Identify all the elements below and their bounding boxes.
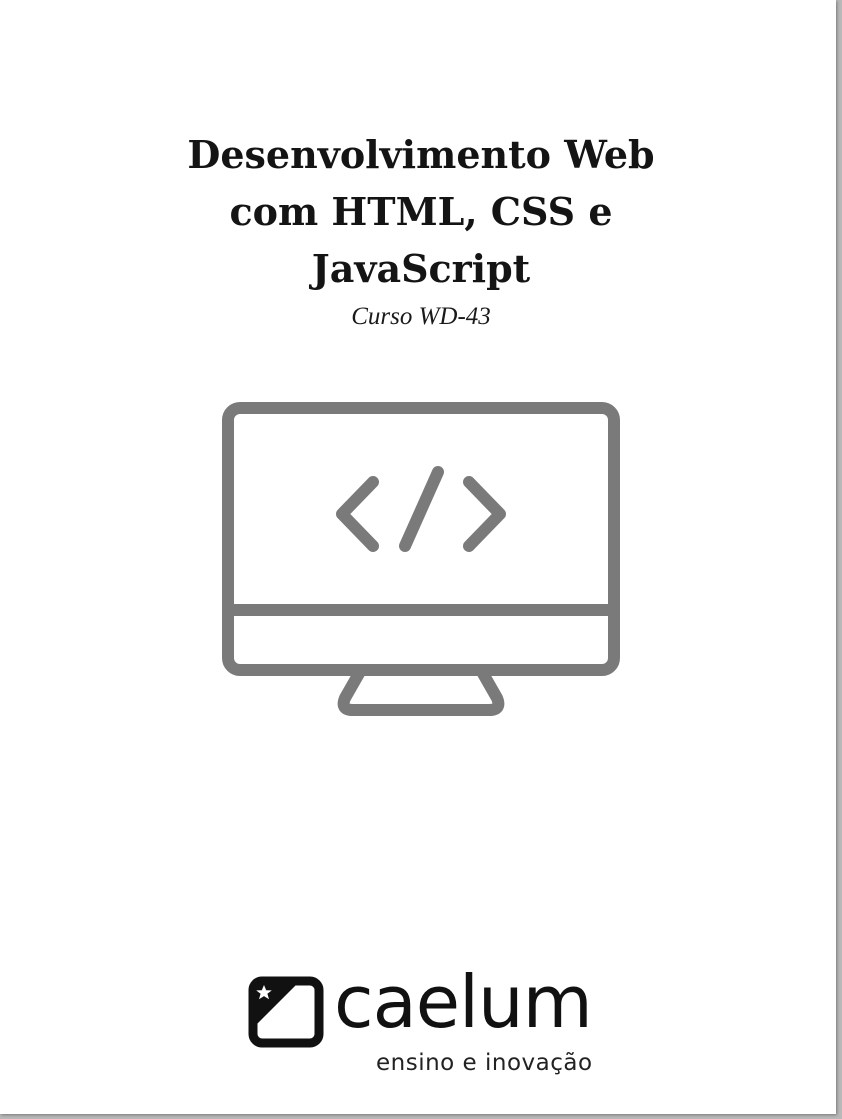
title-line-1: Desenvolvimento Web — [187, 132, 655, 177]
slash-icon — [399, 466, 444, 552]
caelum-logo: caelum ensino e inovação — [248, 962, 598, 1086]
title-line-3: JavaScript — [311, 246, 531, 291]
title-line-2: com HTML, CSS e — [229, 189, 613, 234]
course-subtitle: Curso WD-43 — [351, 303, 491, 330]
chevron-left-icon — [336, 476, 379, 552]
monitor-code-icon — [222, 402, 620, 716]
book-cover: Desenvolvimento Web com HTML, CSS e Java… — [0, 0, 836, 1114]
monitor-screen — [222, 402, 620, 676]
chevron-right-icon — [463, 476, 506, 552]
cover-title: Desenvolvimento Web com HTML, CSS e Java… — [0, 126, 842, 297]
caelum-logo-mark-icon — [248, 976, 324, 1048]
logo-wordmark: caelum — [334, 960, 593, 1044]
logo-tagline: ensino e inovação — [376, 1050, 593, 1076]
